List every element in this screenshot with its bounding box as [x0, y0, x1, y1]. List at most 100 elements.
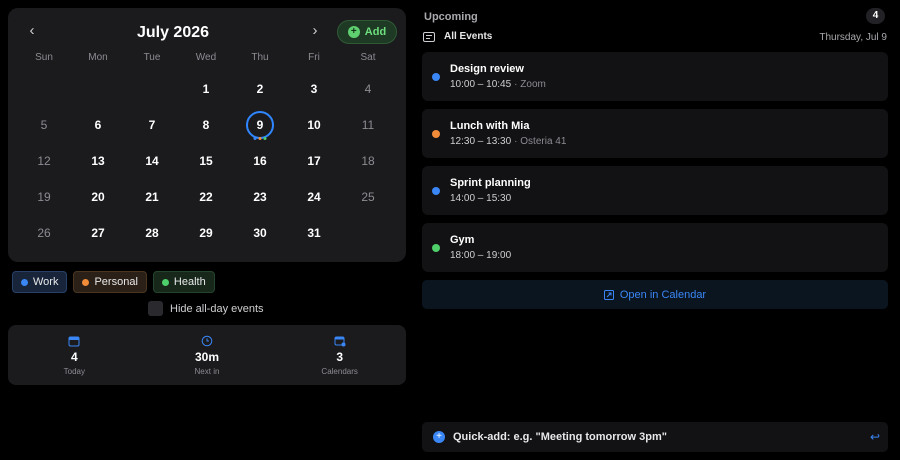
calendar-header: ‹ July 2026 › + Add [8, 8, 406, 58]
legend-chip-health[interactable]: Health [152, 271, 215, 293]
day-cell[interactable]: 20 [71, 179, 125, 215]
day-cell[interactable]: 25 [341, 179, 395, 215]
all-events-filter[interactable]: All Events [423, 31, 492, 42]
day-number: 22 [199, 190, 213, 204]
empty-day-cell [125, 71, 179, 107]
upcoming-count-badge: 4 [866, 8, 885, 24]
day-cell[interactable]: 28 [125, 215, 179, 251]
event-time: 10:00 – 10:45 [450, 79, 512, 90]
event-title: Lunch with Mia [450, 120, 530, 132]
event-time-row: 18:00 – 19:00 [450, 250, 511, 261]
event-color-dot [432, 130, 440, 138]
day-number: 1 [202, 82, 210, 96]
return-icon[interactable]: ↩ [870, 430, 880, 444]
day-cell[interactable]: 26 [17, 215, 71, 251]
day-cell[interactable]: 1 [179, 71, 233, 107]
day-number: 19 [37, 190, 51, 204]
open-in-calendar-button[interactable]: Open in Calendar [422, 280, 888, 309]
day-cell[interactable]: 30 [233, 215, 287, 251]
day-cell[interactable]: 23 [233, 179, 287, 215]
stat-label: Next in [194, 367, 220, 376]
weekday-label: Thu [251, 52, 269, 63]
chevron-right-icon[interactable]: › [305, 21, 325, 41]
quick-add-input[interactable] [453, 431, 870, 443]
weekday-label: Wed [195, 52, 217, 63]
upcoming-title: Upcoming [424, 11, 478, 23]
clock-icon [201, 334, 213, 347]
day-cell[interactable]: 31 [287, 215, 341, 251]
event-color-dot [432, 187, 440, 195]
event-item[interactable]: Lunch with Mia 12:30 – 13:30 · Osteria 41 [422, 109, 888, 158]
day-cell[interactable]: 13 [71, 143, 125, 179]
day-cell[interactable]: 27 [71, 215, 125, 251]
day-number: 21 [145, 190, 159, 204]
day-cell[interactable]: 29 [179, 215, 233, 251]
day-number: 26 [37, 226, 51, 240]
external-link-icon [603, 289, 614, 300]
day-cell[interactable]: 8 [179, 107, 233, 143]
hide-all-day-toggle[interactable]: Hide all-day events [148, 301, 264, 316]
empty-day-cell [341, 215, 395, 251]
event-time: 14:00 – 15:30 [450, 193, 512, 204]
day-number: 13 [91, 154, 105, 168]
day-cell[interactable]: 10 [287, 107, 341, 143]
day-cell[interactable]: 5 [17, 107, 71, 143]
event-time: 18:00 – 19:00 [450, 250, 512, 261]
add-button-label: Add [364, 26, 387, 38]
month-title: July 2026 [136, 24, 210, 41]
weekday-label: Fri [308, 52, 320, 63]
weekday-header: Sun Mon Tue Wed Thu Fri Sat [8, 52, 406, 63]
day-cell[interactable]: 21 [125, 179, 179, 215]
event-item[interactable]: Gym 18:00 – 19:00 [422, 223, 888, 272]
plus-circle-icon: + [433, 431, 445, 443]
stat-value: 4 [70, 350, 78, 364]
color-dot [161, 278, 169, 286]
day-number: 20 [91, 190, 105, 204]
event-location: · Zoom [514, 79, 546, 90]
day-cell-today[interactable]: 9 [233, 107, 287, 143]
stat-today: 4 Today [8, 325, 141, 385]
legend-label: Health [173, 276, 206, 288]
event-time-row: 10:00 – 10:45 · Zoom [450, 79, 546, 90]
day-cell[interactable]: 6 [71, 107, 125, 143]
day-cell[interactable]: 19 [17, 179, 71, 215]
day-number: 17 [307, 154, 321, 168]
day-number: 15 [199, 154, 213, 168]
event-item[interactable]: Design review 10:00 – 10:45 · Zoom [422, 52, 888, 101]
calendar-icon [68, 334, 80, 347]
stat-calendars: 3 Calendars [273, 325, 406, 385]
day-number: 2 [256, 82, 264, 96]
day-cell[interactable]: 7 [125, 107, 179, 143]
checkbox[interactable] [148, 301, 163, 316]
empty-day-cell [17, 71, 71, 107]
day-number: 3 [310, 82, 318, 96]
day-cell[interactable]: 16 [233, 143, 287, 179]
day-cell[interactable]: 2 [233, 71, 287, 107]
day-cell[interactable]: 22 [179, 179, 233, 215]
color-dot [82, 278, 90, 286]
event-dot [258, 137, 262, 140]
day-cell[interactable]: 4 [341, 71, 395, 107]
day-cell[interactable]: 18 [341, 143, 395, 179]
event-color-dot [432, 244, 440, 252]
day-number: 27 [91, 226, 105, 240]
stat-label: Today [63, 367, 85, 376]
stats-panel: 4 Today 30m Next in 3 Calendars [8, 325, 406, 385]
day-cell[interactable]: 24 [287, 179, 341, 215]
add-event-button[interactable]: + Add [337, 20, 397, 44]
weekday-label: Sun [35, 52, 53, 63]
day-cell[interactable]: 3 [287, 71, 341, 107]
day-cell[interactable]: 15 [179, 143, 233, 179]
event-time-row: 14:00 – 15:30 [450, 193, 511, 204]
day-cell[interactable]: 11 [341, 107, 395, 143]
event-item[interactable]: Sprint planning 14:00 – 15:30 [422, 166, 888, 215]
calendars-icon [334, 334, 346, 347]
legend-label: Work [33, 276, 59, 288]
legend-chip-work[interactable]: Work [12, 271, 68, 293]
day-number: 5 [40, 118, 48, 132]
day-cell[interactable]: 14 [125, 143, 179, 179]
event-title: Sprint planning [450, 177, 531, 189]
day-cell[interactable]: 12 [17, 143, 71, 179]
legend-chip-personal[interactable]: Personal [73, 271, 147, 293]
day-cell[interactable]: 17 [287, 143, 341, 179]
